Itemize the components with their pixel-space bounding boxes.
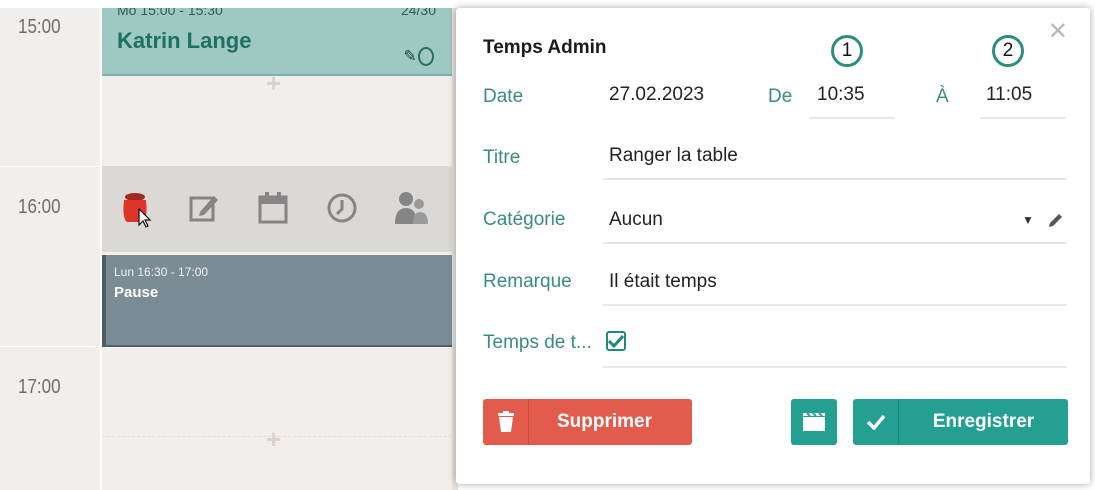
time-label-16: 16:00 [18, 196, 61, 218]
clapperboard-icon [803, 412, 825, 431]
check-icon [608, 334, 624, 348]
marker-2: 2 [992, 35, 1024, 67]
time-tracking-row: Temps de t... [483, 330, 1067, 370]
circle-icon [418, 47, 434, 66]
calendar-view: 15:00 16:00 17:00 + + Mo 15:00 - 15:30 2… [0, 8, 452, 490]
title-underline [603, 178, 1067, 180]
trash-icon [483, 399, 529, 445]
time-tracking-checkbox[interactable] [606, 331, 626, 351]
delete-button-label: Supprimer [556, 411, 653, 432]
remark-input[interactable]: Il était temps [609, 271, 717, 293]
time-label-15: 15:00 [18, 16, 61, 38]
time-tracking-underline [603, 366, 1067, 368]
appointment-count: 24/30 [400, 8, 436, 18]
clapperboard-button[interactable] [791, 399, 837, 445]
title-row: Titre Ranger la table [483, 145, 1067, 181]
event-action-bar [102, 166, 452, 252]
close-icon[interactable]: ✕ [1048, 20, 1068, 44]
pause-event[interactable]: Lun 16:30 - 17:00 Pause [102, 255, 452, 347]
from-time-underline [809, 117, 895, 119]
date-value[interactable]: 27.02.2023 [609, 84, 704, 106]
remark-row: Remarque Il était temps [483, 269, 1067, 306]
chevron-down-icon[interactable]: ▼ [1022, 213, 1034, 227]
remark-underline [603, 304, 1067, 306]
dialog-title: Temps Admin [483, 37, 607, 58]
pause-event-time: Lun 16:30 - 17:00 [114, 265, 209, 279]
title-input[interactable]: Ranger la table [609, 145, 738, 167]
remark-label: Remarque [483, 271, 572, 292]
from-time-input[interactable]: 10:35 [817, 84, 865, 106]
date-label: Date [483, 86, 524, 107]
category-underline [603, 242, 1067, 244]
title-label: Titre [483, 147, 521, 168]
edit-icon[interactable] [186, 188, 222, 228]
to-time-underline [980, 117, 1066, 119]
save-button[interactable]: Enregistrer [853, 399, 1068, 445]
checkmark-icon [853, 399, 899, 445]
pause-event-title: Pause [114, 284, 159, 301]
delete-button[interactable]: Supprimer [483, 399, 692, 445]
clock-icon[interactable] [324, 188, 360, 228]
time-tracking-label: Temps de t... [483, 332, 592, 353]
from-label: De [768, 86, 793, 107]
appointment-title: Katrin Lange [117, 28, 252, 53]
event-edit-dialog: Temps Admin ✕ 1 2 Date 27.02.2023 De 10:… [456, 8, 1090, 484]
time-label-17: 17:00 [18, 376, 61, 398]
category-select[interactable]: Aucun [609, 209, 663, 231]
time-column: 15:00 16:00 17:00 [0, 8, 102, 490]
date-row: Date 27.02.2023 De 10:35 À 11:05 [483, 84, 1066, 120]
delete-pot-icon[interactable] [117, 188, 153, 228]
pencil-icon[interactable] [1047, 211, 1065, 229]
calendar-icon[interactable] [255, 188, 291, 228]
save-button-label: Enregistrer [932, 411, 1035, 432]
category-label: Catégorie [483, 209, 566, 230]
category-row: Catégorie Aucun ▼ [483, 207, 1067, 244]
to-time-input[interactable]: 11:05 [986, 84, 1032, 106]
appointment-time: Mo 15:00 - 15:30 [117, 8, 223, 18]
to-label: À [936, 86, 949, 107]
add-slot-plus-icon[interactable]: + [266, 426, 281, 452]
users-icon[interactable] [393, 188, 429, 228]
appointment-katrin-lange[interactable]: Mo 15:00 - 15:30 24/30 Katrin Lange ✏ [102, 8, 452, 76]
marker-1: 1 [831, 35, 863, 67]
